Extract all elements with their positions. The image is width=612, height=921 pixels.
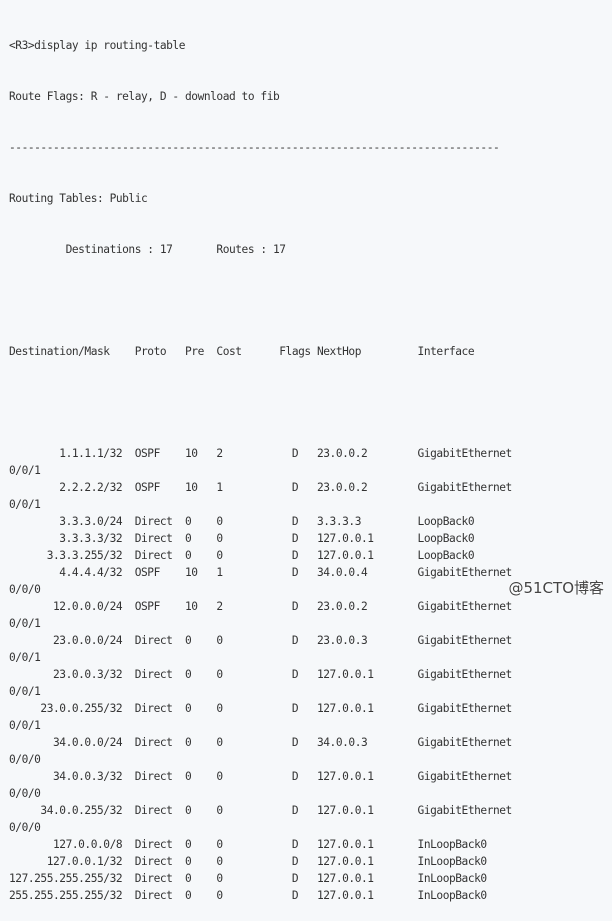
- route-row: 23.0.0.255/32 Direct 0 0 D 127.0.0.1 Gig…: [9, 702, 512, 715]
- route-row: 12.0.0.0/24 OSPF 10 2 D 23.0.0.2 Gigabit…: [9, 600, 512, 613]
- routing-summary: Destinations : 17 Routes : 17: [9, 243, 286, 256]
- watermark: @51CTO博客: [508, 579, 604, 597]
- terminal-output: <R3>display ip routing-table Route Flags…: [9, 3, 512, 921]
- separator-line: ----------------------------------------…: [9, 141, 500, 154]
- route-row: 1.1.1.1/32 OSPF 10 2 D 23.0.0.2 GigabitE…: [9, 447, 512, 460]
- route-row: 34.0.0.255/32 Direct 0 0 D 127.0.0.1 Gig…: [9, 804, 512, 817]
- route-row: 127.255.255.255/32 Direct 0 0 D 127.0.0.…: [9, 872, 487, 885]
- route-row: 255.255.255.255/32 Direct 0 0 D 127.0.0.…: [9, 889, 487, 902]
- route-row-interface-continuation: 0/0/0: [9, 583, 41, 596]
- route-table-body: 1.1.1.1/32 OSPF 10 2 D 23.0.0.2 GigabitE…: [9, 445, 512, 904]
- route-row-interface-continuation: 0/0/1: [9, 464, 41, 477]
- routing-table-name: Routing Tables: Public: [9, 192, 148, 205]
- route-row-interface-continuation: 0/0/1: [9, 617, 41, 630]
- route-row: 127.0.0.0/8 Direct 0 0 D 127.0.0.1 InLoo…: [9, 838, 487, 851]
- route-row-interface-continuation: 0/0/1: [9, 651, 41, 664]
- route-row-interface-continuation: 0/0/1: [9, 685, 41, 698]
- route-row-interface-continuation: 0/0/0: [9, 787, 41, 800]
- route-row-interface-continuation: 0/0/1: [9, 498, 41, 511]
- route-flags-legend: Route Flags: R - relay, D - download to …: [9, 90, 280, 103]
- route-row: 3.3.3.3/32 Direct 0 0 D 127.0.0.1 LoopBa…: [9, 532, 475, 545]
- route-row: 34.0.0.3/32 Direct 0 0 D 127.0.0.1 Gigab…: [9, 770, 512, 783]
- route-row: 23.0.0.3/32 Direct 0 0 D 127.0.0.1 Gigab…: [9, 668, 512, 681]
- route-row-interface-continuation: 0/0/1: [9, 719, 41, 732]
- route-row: 34.0.0.0/24 Direct 0 0 D 34.0.0.3 Gigabi…: [9, 736, 512, 749]
- route-row: 23.0.0.0/24 Direct 0 0 D 23.0.0.3 Gigabi…: [9, 634, 512, 647]
- table-header: Destination/Mask Proto Pre Cost Flags Ne…: [9, 345, 475, 358]
- route-row: 127.0.0.1/32 Direct 0 0 D 127.0.0.1 InLo…: [9, 855, 487, 868]
- route-row: 3.3.3.255/32 Direct 0 0 D 127.0.0.1 Loop…: [9, 549, 475, 562]
- route-row: 2.2.2.2/32 OSPF 10 1 D 23.0.0.2 GigabitE…: [9, 481, 512, 494]
- command-line: <R3>display ip routing-table: [9, 39, 185, 52]
- route-row-interface-continuation: 0/0/0: [9, 753, 41, 766]
- route-row: 3.3.3.0/24 Direct 0 0 D 3.3.3.3 LoopBack…: [9, 515, 475, 528]
- route-row: 4.4.4.4/32 OSPF 10 1 D 34.0.0.4 GigabitE…: [9, 566, 512, 579]
- route-row-interface-continuation: 0/0/0: [9, 821, 41, 834]
